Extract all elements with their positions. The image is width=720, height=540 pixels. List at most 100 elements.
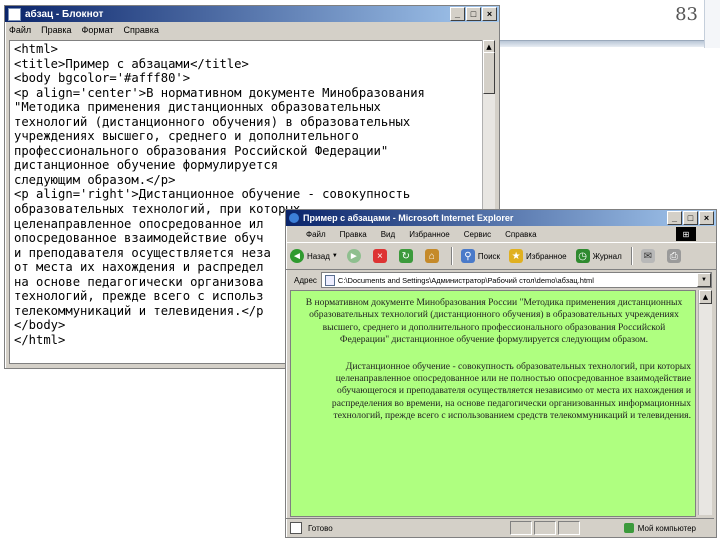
address-value: C:\Documents and Settings\Администратор\… xyxy=(337,275,594,285)
back-label: Назад xyxy=(307,251,330,261)
scroll-thumb[interactable] xyxy=(483,52,495,94)
minimize-button[interactable]: _ xyxy=(450,7,465,21)
scroll-up-arrow[interactable]: ▲ xyxy=(699,290,712,304)
maximize-button[interactable]: □ xyxy=(466,7,481,21)
refresh-icon: ↻ xyxy=(398,249,413,263)
home-icon: ⌂ xyxy=(424,249,439,263)
menu-help[interactable]: Справка xyxy=(124,25,159,35)
favorites-button[interactable]: ★ Избранное xyxy=(509,249,567,263)
menu-format[interactable]: Формат xyxy=(82,25,114,35)
notepad-line: телекоммуникаций и телевидения.</p xyxy=(14,303,264,318)
notepad-line: на основе педагогически организова xyxy=(14,274,264,289)
mail-icon: ✉ xyxy=(640,249,655,263)
page-icon xyxy=(324,274,335,286)
favorites-star-icon: ★ xyxy=(509,249,524,263)
notepad-line: образовательных технологий, при которых xyxy=(14,202,301,217)
address-input[interactable]: C:\Documents and Settings\Администратор\… xyxy=(320,272,712,288)
search-label: Поиск xyxy=(477,251,501,261)
menu-file[interactable]: Файл xyxy=(306,230,326,239)
stop-button[interactable]: × xyxy=(372,249,390,263)
menu-tools[interactable]: Сервис xyxy=(464,230,491,239)
status-cell xyxy=(558,521,580,535)
close-button[interactable]: × xyxy=(699,211,714,225)
ie-menu-bar: Файл Правка Вид Избранное Сервис Справка… xyxy=(286,226,716,242)
status-bar: Готово Мой компьютер xyxy=(286,518,714,537)
status-text: Готово xyxy=(308,523,333,533)
notepad-line: и преподавателя осуществляется неза xyxy=(14,245,271,260)
notepad-line: дистанционное обучение формулируется xyxy=(14,158,279,173)
status-cell xyxy=(534,521,556,535)
notepad-line: технологий, прежде всего с использ xyxy=(14,289,264,304)
menu-view[interactable]: Вид xyxy=(381,230,395,239)
notepad-title-bar[interactable]: абзац - Блокнот _ □ × xyxy=(5,6,499,22)
notepad-line: <p align='right'>Дистанционное обучение … xyxy=(14,187,411,202)
mail-button[interactable]: ✉ xyxy=(640,249,658,263)
notepad-line: опосредованное взаимодействие обуч xyxy=(14,231,264,246)
toolbar-separator xyxy=(450,247,453,265)
toolbar-separator xyxy=(630,247,633,265)
history-icon: ◷ xyxy=(575,249,590,263)
notepad-line: </html> xyxy=(14,332,66,347)
notepad-line: профессионального образования Российской… xyxy=(14,143,389,158)
decorative-rule xyxy=(496,40,720,47)
notepad-line: "Методика применения дистанционных образ… xyxy=(14,100,381,115)
history-label: Журнал xyxy=(592,251,622,261)
close-button[interactable]: × xyxy=(482,7,497,21)
notepad-line: <p align='center'>В нормативном документ… xyxy=(14,85,425,100)
notepad-line: </body> xyxy=(14,318,66,333)
notepad-menu-bar: Файл Правка Формат Справка xyxy=(5,22,499,38)
page-content: В нормативном документе Минобразования Р… xyxy=(290,290,696,517)
ie-scrollbar[interactable]: ▲ xyxy=(698,290,712,515)
windows-logo-icon: ⊞ xyxy=(676,227,696,241)
back-arrow-icon: ◄ xyxy=(290,249,304,263)
notepad-line: технологий (дистанционного обучения) в о… xyxy=(14,114,411,129)
back-dropdown-icon: ▼ xyxy=(331,253,338,259)
menu-edit[interactable]: Правка xyxy=(41,25,71,35)
forward-arrow-icon: ► xyxy=(346,249,361,263)
print-button[interactable]: ⎙ xyxy=(666,249,684,263)
status-cell xyxy=(510,521,532,535)
forward-button[interactable]: ► xyxy=(346,249,364,263)
refresh-button[interactable]: ↻ xyxy=(398,249,416,263)
maximize-button[interactable]: □ xyxy=(683,211,698,225)
ie-title-bar[interactable]: Пример с абзацами - Microsoft Internet E… xyxy=(286,210,716,226)
menu-file[interactable]: Файл xyxy=(9,25,31,35)
ie-window-controls: _ □ × xyxy=(667,211,714,225)
slide-number: 83 xyxy=(675,4,698,25)
notepad-line: <html> xyxy=(14,42,59,56)
ie-window: Пример с абзацами - Microsoft Internet E… xyxy=(285,209,717,538)
zone-text: Мой компьютер xyxy=(637,523,696,533)
page-done-icon xyxy=(290,522,302,534)
address-dropdown-icon[interactable]: ▼ xyxy=(697,273,711,287)
notepad-icon xyxy=(8,7,21,21)
ie-icon xyxy=(289,213,299,223)
notepad-line: следующим образом.</p> xyxy=(14,172,176,187)
menu-edit[interactable]: Правка xyxy=(340,230,367,239)
ie-title: Пример с абзацами - Microsoft Internet E… xyxy=(303,213,514,223)
search-icon: ⚲ xyxy=(460,249,475,263)
ie-toolbar: ◄ Назад ▼ ► × ↻ ⌂ ⚲ Поиск ★ Избранное ◷ … xyxy=(286,242,716,270)
notepad-line: <title>Пример с абзацами</title> xyxy=(14,56,249,71)
notepad-window-controls: _ □ × xyxy=(450,7,497,21)
notepad-line: учреждениях высшего, среднего и дополнит… xyxy=(14,129,359,144)
history-button[interactable]: ◷ Журнал xyxy=(575,249,622,263)
paragraph-centered: В нормативном документе Минобразования Р… xyxy=(305,297,683,346)
address-label: Адрес xyxy=(294,275,317,285)
decorative-frame xyxy=(704,0,720,48)
menu-favorites[interactable]: Избранное xyxy=(409,230,450,239)
notepad-line: целенаправленное опосредованное ил xyxy=(14,216,264,231)
search-button[interactable]: ⚲ Поиск xyxy=(460,249,501,263)
address-bar: Адрес C:\Documents and Settings\Админист… xyxy=(286,270,716,290)
back-button[interactable]: ◄ Назад ▼ xyxy=(290,249,338,263)
paragraph-right: Дистанционное обучение - совокупность об… xyxy=(331,360,691,422)
stop-icon: × xyxy=(372,249,387,263)
notepad-line: от места их нахождения и распредел xyxy=(14,260,264,275)
favorites-label: Избранное xyxy=(526,251,567,261)
minimize-button[interactable]: _ xyxy=(667,211,682,225)
notepad-title: абзац - Блокнот xyxy=(25,8,104,20)
notepad-line: <body bgcolor='#afff80'> xyxy=(14,71,191,86)
menu-help[interactable]: Справка xyxy=(505,230,536,239)
my-computer-icon xyxy=(623,523,634,533)
print-icon: ⎙ xyxy=(666,249,681,263)
home-button[interactable]: ⌂ xyxy=(424,249,442,263)
